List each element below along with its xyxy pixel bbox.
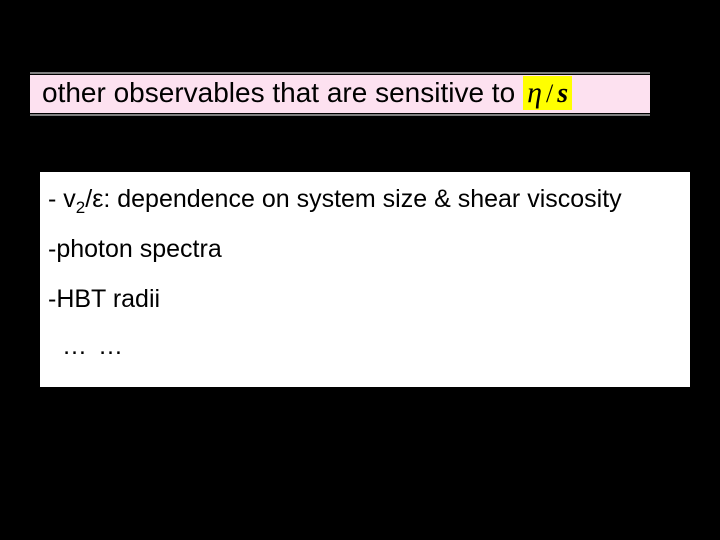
bullet-photon-text: -photon spectra <box>48 234 222 264</box>
body-block: - v 2 /ε: dependence on system size & sh… <box>40 172 690 387</box>
bullet-v2-sub: 2 <box>76 198 85 218</box>
ellipsis-row: … … <box>40 324 690 369</box>
rule-bottom <box>30 114 650 116</box>
bullet-v2-post: /ε: dependence on system size & shear vi… <box>85 184 621 214</box>
eta-over-s: η / s <box>523 76 572 110</box>
slide-root: other observables that are sensitive to … <box>0 0 720 540</box>
title-banner: other observables that are sensitive to … <box>30 75 650 113</box>
ellipsis-text: … … <box>62 332 125 360</box>
rule-top <box>30 72 650 74</box>
title-prefix: other observables that are sensitive to <box>42 77 515 109</box>
bullet-hbt: -HBT radii <box>40 274 690 324</box>
slash-symbol: / <box>546 79 553 109</box>
title-block: other observables that are sensitive to … <box>30 72 650 116</box>
bullet-v2-eps: - v 2 /ε: dependence on system size & sh… <box>40 174 690 224</box>
eta-symbol: η <box>527 76 542 110</box>
bullet-photon: -photon spectra <box>40 224 690 274</box>
bullet-v2-pre: - v <box>48 184 76 214</box>
title-line: other observables that are sensitive to … <box>42 76 572 110</box>
bullet-hbt-text: -HBT radii <box>48 284 160 314</box>
s-symbol: s <box>557 78 568 110</box>
